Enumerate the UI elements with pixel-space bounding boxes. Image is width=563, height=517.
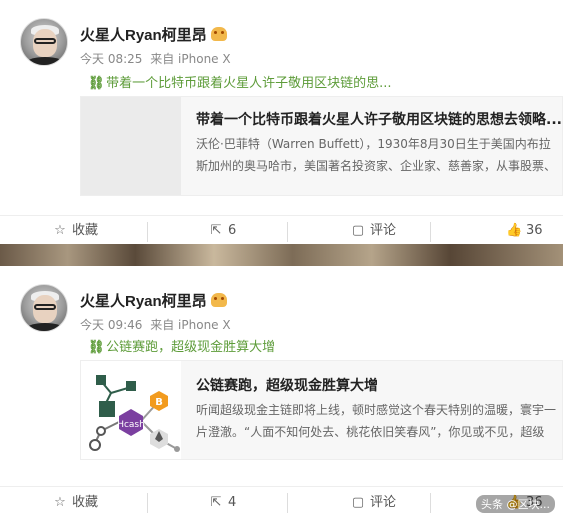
divider: [287, 222, 288, 242]
like-count: 36: [526, 223, 543, 238]
favorite-label: 收藏: [72, 495, 99, 510]
hcash-logo-text: Hcash: [117, 420, 145, 430]
repost-button[interactable]: ⇱ 6: [208, 216, 237, 246]
star-icon: ☆: [54, 495, 66, 510]
article-title[interactable]: 公链赛跑，超级现金胜算大增: [196, 375, 378, 395]
article-description: 沃伦·巴菲特（Warren Buffett），1930年8月30日生于美国内布拉…: [196, 137, 556, 173]
watermark: 头条 @区块...: [476, 495, 555, 513]
comment-button[interactable]: ▢ 评论: [350, 216, 396, 246]
post-time: 今天 09:46: [80, 318, 143, 332]
comment-label: 评论: [370, 223, 397, 238]
avatar[interactable]: [20, 18, 68, 66]
vip-badge-icon: [210, 293, 227, 307]
repost-count: 4: [228, 495, 237, 510]
divider: [147, 493, 148, 513]
like-button[interactable]: 👍 36: [506, 216, 543, 246]
repost-button[interactable]: ⇱ 4: [208, 487, 237, 517]
article-title[interactable]: 带着一个比特币跟着火星人许子敬用区块链的思想去领略...: [196, 109, 562, 129]
repost-icon: ⇱: [210, 223, 222, 238]
post-card: 火星人Ryan柯里昂 今天 08:25 来自 iPhone X ⛓ 带着一个比特…: [0, 0, 563, 258]
article-card[interactable]: Hcash B 公链赛跑，超级现金胜算大增 听闻超级现金主链即将上线，顿时感觉这…: [80, 360, 563, 460]
favorite-button[interactable]: ☆ 收藏: [52, 216, 98, 246]
bitcoin-label: B: [155, 397, 163, 408]
star-icon: ☆: [54, 223, 66, 238]
divider: [287, 493, 288, 513]
shared-link[interactable]: ⛓ 带着一个比特币跟着火星人许子敬用区块链的思...: [88, 72, 392, 91]
article-thumbnail: Hcash B: [81, 361, 181, 459]
post-card: 火星人Ryan柯里昂 今天 09:46 来自 iPhone X ⛓ 公链赛跑，超…: [0, 266, 563, 517]
blockchain-diagram-icon: Hcash B: [89, 375, 180, 452]
shared-link-text[interactable]: 带着一个比特币跟着火星人许子敬用区块链的思...: [106, 76, 391, 91]
author-name-text[interactable]: 火星人Ryan柯里昂: [80, 293, 207, 310]
author-name[interactable]: 火星人Ryan柯里昂: [80, 290, 227, 311]
vip-badge-icon: [210, 27, 227, 41]
background-photo-strip: [0, 244, 563, 266]
article-description: 听闻超级现金主链即将上线，顿时感觉这个春天特别的温暖，寰宇一片澄澈。“人面不知何…: [196, 403, 556, 439]
post-meta: 今天 09:46 来自 iPhone X: [80, 316, 235, 333]
divider: [430, 222, 431, 242]
repost-icon: ⇱: [210, 495, 222, 510]
thumbs-up-icon: 👍: [506, 223, 523, 238]
repost-count: 6: [228, 223, 237, 238]
shared-link[interactable]: ⛓ 公链赛跑，超级现金胜算大增: [88, 336, 275, 355]
post-time: 今天 08:25: [80, 52, 143, 66]
divider: [430, 493, 431, 513]
comment-icon: ▢: [351, 223, 365, 238]
post-meta: 今天 08:25 来自 iPhone X: [80, 50, 235, 67]
post-source: 来自 iPhone X: [150, 318, 231, 332]
action-bar: ☆ 收藏 ⇱ 6 ▢ 评论 👍 36: [0, 215, 563, 245]
avatar[interactable]: [20, 284, 68, 332]
comment-button[interactable]: ▢ 评论: [350, 487, 396, 517]
post-source: 来自 iPhone X: [150, 52, 231, 66]
author-name[interactable]: 火星人Ryan柯里昂: [80, 24, 227, 45]
divider: [147, 222, 148, 242]
article-thumbnail: [81, 97, 181, 195]
comment-icon: ▢: [351, 495, 365, 510]
article-card[interactable]: 带着一个比特币跟着火星人许子敬用区块链的思想去领略... 沃伦·巴菲特（Warr…: [80, 96, 563, 196]
link-icon: ⛓: [88, 76, 105, 91]
shared-link-text[interactable]: 公链赛跑，超级现金胜算大增: [106, 340, 275, 355]
link-icon: ⛓: [88, 340, 105, 355]
comment-label: 评论: [370, 495, 397, 510]
favorite-label: 收藏: [72, 223, 99, 238]
author-name-text[interactable]: 火星人Ryan柯里昂: [80, 27, 207, 44]
favorite-button[interactable]: ☆ 收藏: [52, 487, 98, 517]
